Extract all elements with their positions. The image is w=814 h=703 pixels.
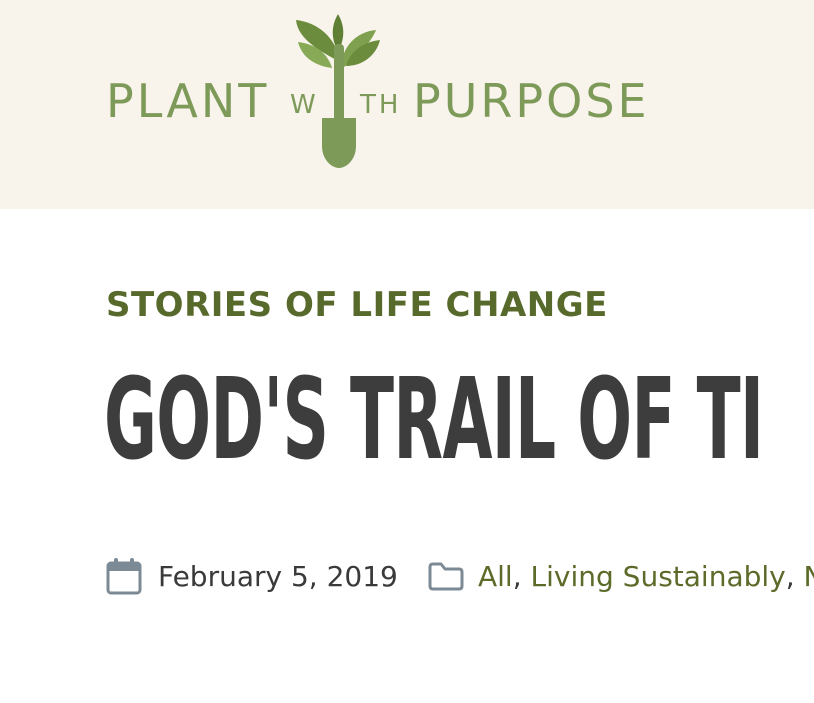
calendar-icon — [106, 558, 142, 595]
category-link-living-sustainably[interactable]: Living Sustainably — [531, 560, 786, 593]
category-link-all[interactable]: All — [478, 560, 513, 593]
post-title: GOD'S TRAIL OF TI — [104, 355, 764, 485]
folder-icon — [428, 562, 464, 591]
category-link-truncated[interactable]: N — [804, 560, 814, 593]
site-logo[interactable]: PLANT W TH PURPOSE — [0, 0, 814, 209]
category-separator: , — [785, 560, 795, 593]
logo-text-plant: PLANT — [106, 74, 270, 128]
category-separator: , — [512, 560, 522, 593]
post-date: February 5, 2019 — [158, 560, 398, 593]
logo-text-th: TH — [360, 90, 402, 120]
post-category-heading[interactable]: STORIES OF LIFE CHANGE — [106, 285, 608, 325]
logo-text-purpose: PURPOSE — [413, 74, 650, 128]
logo-text-w: W — [290, 90, 319, 120]
site-header: PLANT W TH PURPOSE — [0, 0, 814, 209]
post-categories: All, Living Sustainably, N — [478, 560, 814, 593]
